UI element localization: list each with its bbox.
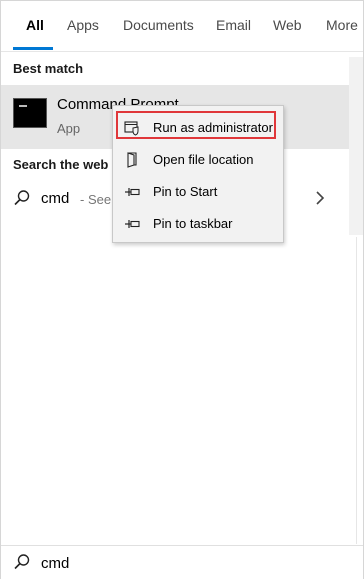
tab-all[interactable]: All: [26, 17, 44, 33]
filter-tabs: All Apps Documents Email Web More: [1, 1, 363, 52]
command-prompt-icon: [13, 98, 47, 128]
pin-icon: [125, 220, 140, 228]
divider: [356, 237, 357, 544]
menu-item-label: Open file location: [153, 152, 254, 167]
menu-item-label: Pin to taskbar: [153, 216, 233, 231]
pin-icon: [125, 188, 140, 196]
shield-icon: [124, 121, 139, 136]
context-menu: Run as administrator Open file location …: [112, 105, 284, 243]
menu-item-label: Pin to Start: [153, 184, 218, 199]
search-input[interactable]: [41, 553, 341, 573]
tab-web[interactable]: Web: [273, 17, 302, 33]
best-match-heading: Best match: [13, 61, 84, 76]
menu-item-run-as-administrator[interactable]: Run as administrator: [113, 113, 283, 143]
preview-pane-edge: [349, 57, 363, 235]
menu-item-label: Run as administrator: [153, 120, 273, 135]
start-search-panel: All Apps Documents Email Web More Best m…: [0, 0, 364, 580]
folder-icon: [127, 152, 137, 168]
tab-documents[interactable]: Documents: [123, 17, 194, 33]
search-web-heading: Search the web: [13, 157, 109, 172]
menu-item-pin-to-taskbar[interactable]: Pin to taskbar: [113, 209, 283, 239]
web-query: cmd: [41, 190, 70, 207]
tab-more[interactable]: More: [326, 17, 358, 33]
menu-item-pin-to-start[interactable]: Pin to Start: [113, 177, 283, 207]
search-icon: [14, 190, 30, 206]
tab-apps[interactable]: Apps: [67, 17, 99, 33]
tab-email[interactable]: Email: [216, 17, 251, 33]
menu-item-open-file-location[interactable]: Open file location: [113, 145, 283, 175]
search-icon: [14, 554, 30, 570]
app-type: App: [57, 121, 81, 136]
active-tab-indicator: [13, 47, 53, 50]
chevron-right-icon[interactable]: [314, 190, 326, 206]
